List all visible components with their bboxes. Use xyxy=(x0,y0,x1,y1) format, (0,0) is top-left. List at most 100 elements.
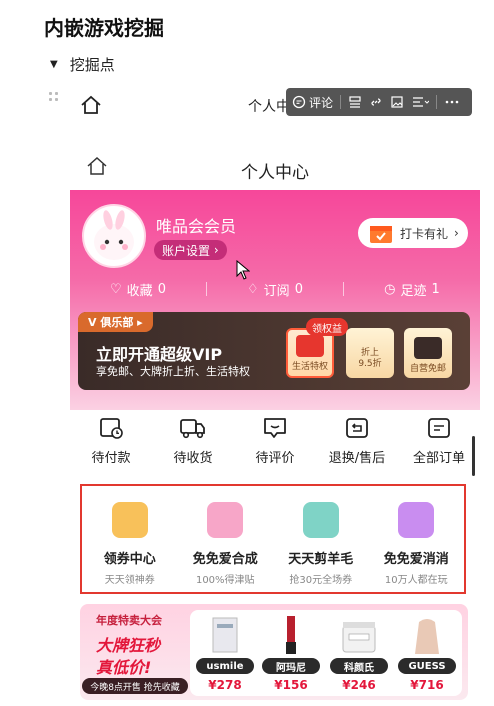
list-icon xyxy=(428,418,450,438)
truck-icon xyxy=(414,337,442,359)
stat-history[interactable]: ◷ 足迹 1 xyxy=(344,280,480,299)
order-label: 待付款 xyxy=(91,451,131,466)
service-title: 天天剪羊毛 xyxy=(288,552,354,567)
clock-icon: ◷ xyxy=(384,281,396,297)
service-title: 免免爱消消 xyxy=(383,552,449,567)
stat-count: 0 xyxy=(157,281,166,297)
product-brand: 阿玛尼 xyxy=(262,658,320,674)
perk-free-shipping[interactable]: 自营免邮 xyxy=(404,328,452,378)
banner-tag: 年度特卖大会 xyxy=(96,614,162,627)
product-price: ¥246 xyxy=(342,678,376,692)
link-icon[interactable] xyxy=(369,95,383,109)
product-image xyxy=(342,622,376,653)
toolbar-divider xyxy=(340,95,342,109)
product-brand: 科颜氏 xyxy=(330,658,388,674)
doc-title: 内嵌游戏挖掘 xyxy=(44,16,164,40)
toggle-label: 挖掘点 xyxy=(69,56,115,74)
stat-count: 1 xyxy=(431,281,440,297)
club-badge: V 俱乐部 ▸ xyxy=(78,312,153,332)
play-icon: ▸ xyxy=(133,315,143,329)
product-brand: usmile xyxy=(196,658,254,674)
align-icon[interactable] xyxy=(411,95,430,109)
stat-favorites[interactable]: ♡ 收藏 0 xyxy=(70,280,206,299)
vip-subtitle: 享免邮、大牌折上折、生活特权 xyxy=(96,365,250,378)
stat-label: 足迹 xyxy=(400,283,427,299)
scrollbar[interactable] xyxy=(472,436,475,476)
perk-discount[interactable]: 折上 9.5折 xyxy=(346,328,394,378)
order-label: 待收货 xyxy=(173,451,213,466)
service-coupon-center[interactable]: 领券中心 天天领神券 xyxy=(82,486,178,592)
chevron-right-icon: › xyxy=(210,243,219,257)
avatar[interactable] xyxy=(82,204,146,268)
heart-icon: ♡ xyxy=(110,281,122,297)
perk-label: 折上 9.5折 xyxy=(358,348,382,370)
member-name: 唯品会会员 xyxy=(156,217,237,236)
app-header-title: 个人中心 xyxy=(241,163,309,183)
product-item[interactable]: GUESS ¥716 xyxy=(398,614,456,692)
truck-icon xyxy=(180,419,205,439)
service-title: 免免爱合成 xyxy=(192,552,258,567)
gift-icon xyxy=(296,335,324,357)
sheep-icon xyxy=(302,502,339,538)
toolbar-divider xyxy=(436,95,438,109)
service-subtitle: 100%得津贴 xyxy=(195,575,255,586)
app-home-icon[interactable] xyxy=(86,156,108,180)
triangle-down-icon[interactable]: ▼ xyxy=(50,59,58,70)
home-icon[interactable] xyxy=(80,95,102,119)
product-item[interactable]: 科颜氏 ¥246 xyxy=(330,614,388,692)
perk-badge: 领权益 xyxy=(306,318,348,336)
image-icon[interactable] xyxy=(390,95,404,109)
account-settings-label: 账户设置 xyxy=(162,243,211,258)
embed-header-title-partial: 个人中 xyxy=(248,99,290,115)
perk-label: 生活特权 xyxy=(291,362,328,372)
mouse-cursor-icon xyxy=(236,259,251,284)
clockin-label: 打卡有礼 xyxy=(400,226,449,241)
stat-label: 订阅 xyxy=(263,283,290,299)
order-shortcuts: 待付款 待收货 待评价 退换/售后 全部订单 xyxy=(70,416,480,472)
service-subtitle: 10万人都在玩 xyxy=(384,575,448,586)
stat-subscriptions[interactable]: ♢ 订阅 0 xyxy=(207,280,343,299)
more-icon[interactable] xyxy=(444,95,460,109)
account-settings-button[interactable]: 账户设置 › xyxy=(154,240,227,260)
clockin-button[interactable]: 打卡有礼 › xyxy=(358,218,468,248)
product-item[interactable]: usmile ¥278 xyxy=(196,614,254,692)
order-pending-payment[interactable]: 待付款 xyxy=(70,416,152,472)
comment-icon xyxy=(292,95,306,109)
banner-footer: 今晚8点开售 抢先收藏 xyxy=(82,678,188,694)
product-image xyxy=(415,619,439,654)
service-title: 领券中心 xyxy=(103,552,156,567)
chevron-right-icon: › xyxy=(454,226,459,240)
comment-button[interactable]: 评论 xyxy=(292,94,333,111)
order-returns[interactable]: 退换/售后 xyxy=(316,416,398,472)
services-panel: 领券中心 天天领神券 免免爱合成 100%得津贴 天天剪羊毛 抢30元全场券 免… xyxy=(80,484,466,594)
gift-calendar-icon xyxy=(370,226,392,243)
product-image xyxy=(286,616,296,654)
order-pending-receipt[interactable]: 待收货 xyxy=(152,416,234,472)
order-pending-review[interactable]: 待评价 xyxy=(234,416,316,472)
service-subtitle: 天天领神券 xyxy=(104,575,155,586)
club-label: 俱乐部 xyxy=(100,316,134,329)
order-all[interactable]: 全部订单 xyxy=(398,416,480,472)
order-label: 全部订单 xyxy=(412,451,465,466)
product-price: ¥156 xyxy=(274,678,308,692)
product-item[interactable]: 阿玛尼 ¥156 xyxy=(262,614,320,692)
stat-count: 0 xyxy=(294,281,303,297)
stat-label: 收藏 xyxy=(126,283,153,299)
order-label: 退换/售后 xyxy=(328,451,386,466)
wallet-icon xyxy=(100,418,123,439)
service-match-game[interactable]: 免免爱消消 10万人都在玩 xyxy=(369,486,465,592)
comment-label: 评论 xyxy=(309,95,334,110)
gem-icon xyxy=(398,502,435,538)
product-price: ¥716 xyxy=(410,678,444,692)
service-merge-game[interactable]: 免免爱合成 100%得津贴 xyxy=(178,486,274,592)
service-sheep-game[interactable]: 天天剪羊毛 抢30元全场券 xyxy=(273,486,369,592)
layout-icon[interactable] xyxy=(348,95,362,109)
product-price: ¥278 xyxy=(208,678,242,692)
return-icon xyxy=(346,418,368,438)
comment-icon xyxy=(264,418,286,438)
toggle-block[interactable]: ▼ 挖掘点 xyxy=(50,54,115,75)
block-toolbar: 评论 xyxy=(286,88,472,116)
club-logo-icon: V xyxy=(88,315,101,329)
product-image xyxy=(212,617,238,653)
drag-handle-icon[interactable] xyxy=(49,92,61,104)
